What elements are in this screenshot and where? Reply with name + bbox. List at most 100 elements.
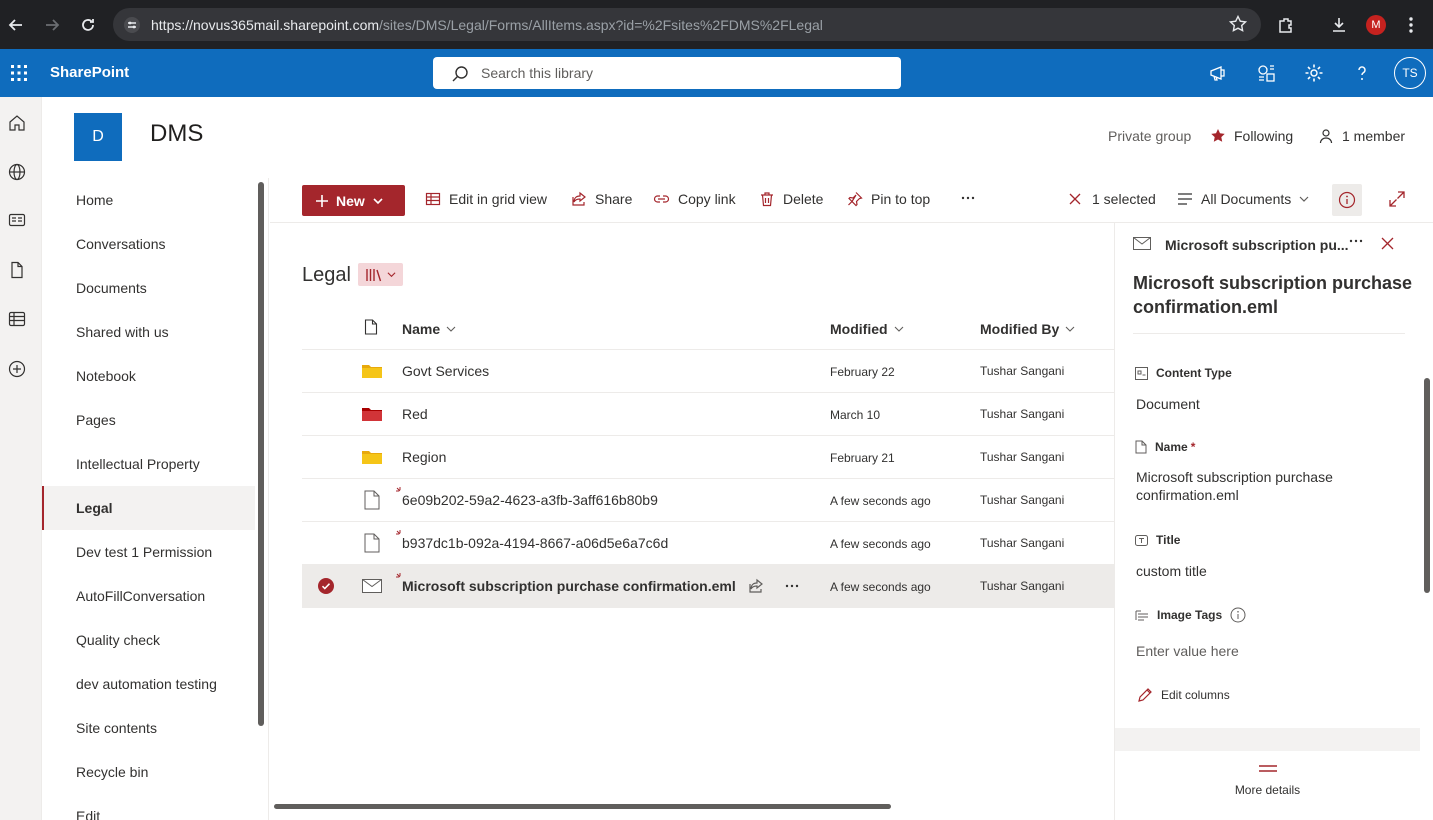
row-modified-by[interactable]: Tushar Sangani [980,450,1064,464]
app-settings-icon[interactable] [1254,61,1278,85]
nav-item-label: dev automation testing [76,676,217,692]
table-row[interactable]: 6e09b202-59a2-4623-a3fb-3aff616b80b9 A f… [302,479,1114,522]
row-name[interactable]: Microsoft subscription purchase confirma… [402,578,736,594]
row-modified-by[interactable]: Tushar Sangani [980,364,1064,378]
nav-item-conversations[interactable]: Conversations [42,222,255,266]
globe-icon[interactable] [7,162,27,182]
row-name[interactable]: Region [402,449,446,465]
edit-columns-link[interactable]: Edit columns [1137,687,1230,703]
site-info-icon[interactable] [123,16,141,34]
table-row[interactable]: Red March 10 Tushar Sangani [302,393,1114,436]
text-field-icon [1135,534,1148,546]
file-type-column-icon[interactable] [364,319,378,335]
forward-icon[interactable] [40,13,64,37]
nav-item-quality-check[interactable]: Quality check [42,618,255,662]
bookmark-star-icon[interactable] [1229,15,1247,33]
row-name[interactable]: Red [402,406,428,422]
browser-menu-icon[interactable] [1398,12,1424,38]
nav-item-dev-test-1-permission[interactable]: Dev test 1 Permission [42,530,255,574]
pane-scrollbar[interactable] [1424,378,1430,593]
copy-link-button[interactable]: Copy link [653,191,736,207]
table-row[interactable]: Govt Services February 22 Tushar Sangani [302,350,1114,393]
megaphone-icon[interactable] [1206,61,1230,85]
user-avatar[interactable]: TS [1394,57,1426,89]
table-row[interactable]: b937dc1b-092a-4194-8667-a06d5e6a7c6d A f… [302,522,1114,565]
table-row[interactable]: Region February 21 Tushar Sangani [302,436,1114,479]
document-icon[interactable] [7,260,27,280]
details-more-icon[interactable] [1348,233,1364,249]
settings-gear-icon[interactable] [1302,61,1326,85]
clear-selection-button[interactable]: 1 selected [1068,191,1156,207]
nav-item-legal[interactable]: Legal [42,486,255,530]
divider [1133,333,1405,334]
help-icon[interactable] [1350,61,1374,85]
column-header-name[interactable]: Name [402,321,456,337]
title-field-value[interactable]: custom title [1136,562,1396,580]
chevron-down-icon [894,326,903,332]
horizontal-scrollbar[interactable] [274,804,891,809]
image-tags-input[interactable]: Enter value here [1136,642,1396,660]
delete-button[interactable]: Delete [759,191,823,207]
search-box[interactable] [433,57,901,89]
nav-item-site-contents[interactable]: Site contents [42,706,255,750]
app-launcher-icon[interactable] [8,62,30,84]
column-header-modified[interactable]: Modified [830,321,904,337]
row-name[interactable]: 6e09b202-59a2-4623-a3fb-3aff616b80b9 [402,492,658,508]
table-row-selected[interactable]: Microsoft subscription purchase confirma… [302,565,1114,608]
address-bar[interactable]: https://novus365mail.sharepoint.com/site… [113,8,1261,41]
extensions-icon[interactable] [1273,12,1299,38]
nav-item-autofill-conversation[interactable]: AutoFillConversation [42,574,255,618]
row-checkmark-icon[interactable] [318,578,334,594]
library-title[interactable]: Legal [302,264,351,287]
download-icon[interactable] [1326,12,1352,38]
list-header: Name Modified Modified By [302,307,1114,350]
row-modified: February 22 [830,365,895,379]
row-name[interactable]: Govt Services [402,363,489,379]
new-button[interactable]: New [302,185,405,216]
site-logo[interactable]: D [74,113,122,161]
row-modified-by[interactable]: Tushar Sangani [980,579,1064,593]
nav-item-home[interactable]: Home [42,178,255,222]
more-actions-icon[interactable] [960,188,976,204]
name-field-value[interactable]: Microsoft subscription purchase confirma… [1136,468,1396,504]
site-title[interactable]: DMS [150,120,203,148]
row-share-icon[interactable] [748,578,764,594]
library-view-switcher[interactable] [358,263,403,286]
sharepoint-brand[interactable]: SharePoint [50,64,129,81]
nav-item-documents[interactable]: Documents [42,266,255,310]
news-icon[interactable] [7,210,27,230]
reload-icon[interactable] [76,13,100,37]
edit-grid-view-button[interactable]: Edit in grid view [425,191,547,207]
column-header-modified-by[interactable]: Modified By [980,321,1075,337]
search-input[interactable] [481,63,881,83]
nav-item-dev-automation-testing[interactable]: dev automation testing [42,662,255,706]
info-icon[interactable] [1230,607,1246,623]
nav-item-notebook[interactable]: Notebook [42,354,255,398]
row-modified-by[interactable]: Tushar Sangani [980,536,1064,550]
create-icon[interactable] [7,359,27,379]
profile-button[interactable]: M [1363,12,1389,38]
nav-item-recycle-bin[interactable]: Recycle bin [42,750,255,794]
nav-item-pages[interactable]: Pages [42,398,255,442]
members-button[interactable]: 1 member [1318,128,1405,144]
following-button[interactable]: Following [1210,128,1293,144]
content-type-value[interactable]: Document [1136,395,1396,413]
back-icon[interactable] [4,13,28,37]
pin-to-top-button[interactable]: Pin to top [847,191,930,207]
nav-item-edit[interactable]: Edit [42,794,255,820]
expand-icon[interactable] [1388,190,1406,208]
share-button[interactable]: Share [571,191,632,207]
row-modified-by[interactable]: Tushar Sangani [980,493,1064,507]
details-pane-toggle[interactable] [1332,184,1362,216]
lists-icon[interactable] [7,309,27,329]
home-icon[interactable] [7,113,27,133]
row-modified-by[interactable]: Tushar Sangani [980,407,1064,421]
row-more-icon[interactable] [784,578,800,594]
nav-scrollbar[interactable] [258,182,264,726]
nav-item-intellectual-property[interactable]: Intellectual Property [42,442,255,486]
more-details-button[interactable]: More details [1115,753,1420,820]
close-pane-icon[interactable] [1381,237,1394,250]
nav-item-shared-with-us[interactable]: Shared with us [42,310,255,354]
row-name[interactable]: b937dc1b-092a-4194-8667-a06d5e6a7c6d [402,535,668,551]
view-selector[interactable]: All Documents [1177,191,1309,207]
